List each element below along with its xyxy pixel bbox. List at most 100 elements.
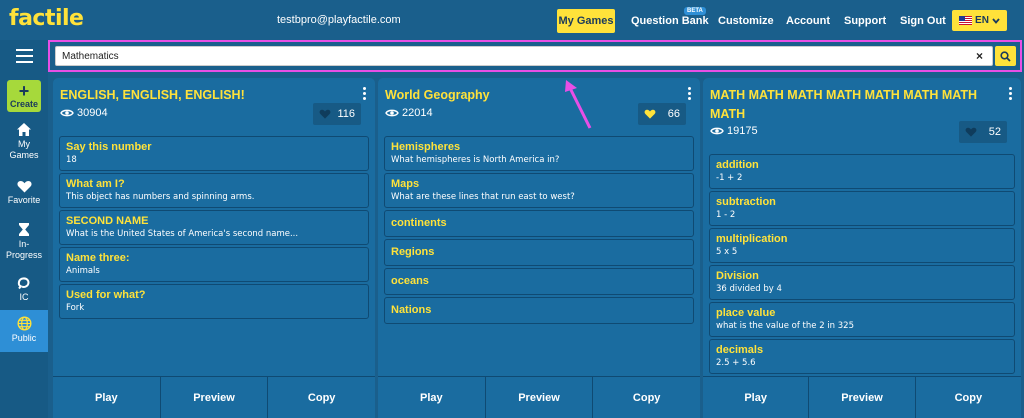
create-label: Create — [9, 98, 38, 109]
annotation-arrow — [565, 80, 592, 129]
question-title: oceans — [391, 275, 429, 287]
list-item[interactable]: place value what is the value of the 2 in… — [709, 302, 1015, 337]
nav-question-bank[interactable]: Question Bank — [631, 15, 709, 27]
question-title: Hemispheres — [391, 141, 461, 153]
play-button[interactable]: Play — [378, 377, 485, 418]
sidebar-item-in-progress[interactable]: In-Progress — [0, 222, 48, 261]
question-title: Nations — [391, 304, 432, 316]
plus-icon: + — [18, 80, 30, 101]
list-item[interactable]: addition -1 + 2 — [709, 154, 1015, 189]
search-input[interactable] — [55, 46, 993, 66]
question-text: -1 + 2 — [716, 173, 743, 183]
list-item[interactable]: Name three: Animals — [59, 247, 369, 282]
copy-button[interactable]: Copy — [914, 377, 1021, 418]
sidebar-item-favorite[interactable]: Favorite — [0, 180, 48, 206]
hourglass-icon — [19, 223, 29, 236]
question-title: decimals — [716, 344, 764, 356]
list-item[interactable]: Hemispheres What hemispheres is North Ame… — [384, 136, 694, 171]
factile-logo[interactable]: factile — [9, 6, 84, 31]
list-item[interactable]: continents — [384, 210, 694, 237]
search-button[interactable] — [995, 46, 1016, 66]
question-text: 1 - 2 — [716, 210, 736, 220]
nav-account[interactable]: Account — [786, 15, 830, 27]
list-item[interactable]: Nations — [384, 297, 694, 324]
list-item[interactable]: decimals 2.5 + 5.6 — [709, 339, 1015, 374]
question-text: This object has numbers and spinning arm… — [66, 192, 255, 202]
eye-icon — [710, 127, 724, 135]
search-icon — [1000, 50, 1011, 62]
list-item[interactable]: Division 36 divided by 4 — [709, 265, 1015, 300]
heart-icon — [16, 181, 32, 193]
question-title: SECOND NAME — [66, 215, 149, 227]
question-title: Used for what? — [66, 289, 146, 301]
list-item[interactable]: oceans — [384, 268, 694, 295]
nav-support[interactable]: Support — [844, 15, 886, 27]
game-title[interactable]: MATH MATH MATH MATH MATH MATH MATH MATH — [710, 86, 1000, 124]
list-item[interactable]: multiplication 5 x 5 — [709, 228, 1015, 263]
sidebar: + Create My Games Favorite In-Progress I… — [0, 40, 48, 418]
nav-my-games[interactable]: My Games — [557, 9, 615, 33]
preview-button[interactable]: Preview — [484, 377, 593, 418]
sidebar-item-ic[interactable]: IC — [0, 276, 48, 303]
copy-button[interactable]: Copy — [592, 377, 700, 418]
like-count: 116 — [337, 108, 355, 120]
play-button[interactable]: Play — [703, 377, 808, 418]
question-title: Name three: — [66, 252, 130, 264]
top-navbar: factile testbpro@playfactile.com My Game… — [0, 0, 1024, 40]
question-title: addition — [716, 159, 759, 171]
question-text: 36 divided by 4 — [716, 284, 782, 294]
game-card[interactable]: ENGLISH, ENGLISH, ENGLISH! 30904 116 Say… — [53, 78, 375, 418]
game-title[interactable]: ENGLISH, ENGLISH, ENGLISH! — [60, 86, 350, 105]
create-button[interactable]: + Create — [7, 80, 41, 112]
list-item[interactable]: subtraction 1 - 2 — [709, 191, 1015, 226]
language-selector[interactable]: EN — [952, 10, 1007, 31]
preview-button[interactable]: Preview — [808, 377, 914, 418]
like-button[interactable]: 52 — [959, 121, 1007, 143]
clear-search-icon[interactable]: × — [976, 48, 983, 64]
play-button[interactable]: Play — [53, 377, 160, 418]
game-title[interactable]: World Geography — [385, 86, 675, 105]
view-count-value: 19175 — [727, 125, 758, 137]
game-card[interactable]: MATH MATH MATH MATH MATH MATH MATH MATH … — [703, 78, 1021, 418]
question-title: Say this number — [66, 141, 152, 153]
more-options-icon[interactable] — [363, 87, 367, 100]
list-item[interactable]: Say this number 18 — [59, 136, 369, 171]
view-count: 22014 — [385, 107, 433, 119]
chevron-down-icon — [992, 17, 1000, 24]
copy-button[interactable]: Copy — [267, 377, 375, 418]
list-item[interactable]: Regions — [384, 239, 694, 266]
loop-icon — [17, 277, 30, 290]
language-label: EN — [975, 15, 989, 26]
question-title: place value — [716, 307, 776, 319]
view-count-value: 30904 — [77, 107, 108, 119]
sidebar-item-label: IC — [19, 292, 29, 302]
nav-customize[interactable]: Customize — [718, 15, 774, 27]
like-button[interactable]: 116 — [313, 103, 361, 125]
like-button[interactable]: 66 — [638, 103, 686, 125]
question-title: multiplication — [716, 233, 788, 245]
more-options-icon[interactable] — [1009, 87, 1013, 100]
more-options-icon[interactable] — [688, 87, 692, 100]
preview-button[interactable]: Preview — [159, 377, 268, 418]
question-text: What are these lines that run east to we… — [391, 192, 575, 202]
question-text: 2.5 + 5.6 — [716, 358, 756, 368]
list-item[interactable]: Maps What are these lines that run east t… — [384, 173, 694, 208]
question-list: Hemispheres What hemispheres is North Ame… — [384, 136, 694, 324]
list-item[interactable]: SECOND NAME What is the United States of … — [59, 210, 369, 245]
sidebar-item-my-games[interactable]: My Games — [0, 122, 48, 161]
list-item[interactable]: Used for what? Fork — [59, 284, 369, 319]
like-count: 52 — [988, 126, 1001, 138]
view-count: 19175 — [710, 125, 758, 137]
game-card[interactable]: World Geography 22014 66 Hemispheres What… — [378, 78, 700, 418]
question-title: Regions — [391, 246, 435, 258]
card-actions: Play Preview Copy — [378, 376, 700, 418]
question-text: Fork — [66, 303, 85, 313]
sidebar-item-public[interactable]: Public — [0, 310, 48, 352]
list-item[interactable]: What am I? This object has numbers and sp… — [59, 173, 369, 208]
view-count: 30904 — [60, 107, 108, 119]
heart-icon — [319, 109, 331, 119]
user-email: testbpro@playfactile.com — [277, 14, 401, 26]
question-text: What is the United States of America's s… — [66, 229, 299, 239]
nav-sign-out[interactable]: Sign Out — [900, 15, 946, 27]
menu-icon[interactable] — [0, 40, 48, 72]
